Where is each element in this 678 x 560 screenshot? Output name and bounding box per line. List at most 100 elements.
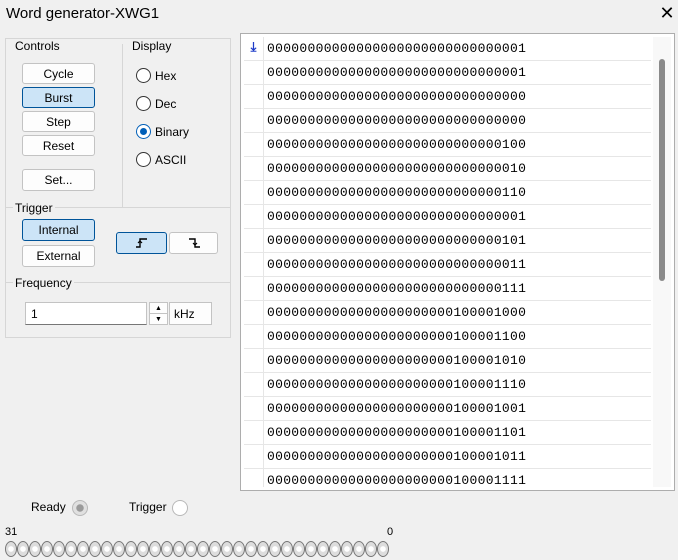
word-row[interactable]: 00000000000000000000000100001101 [244, 421, 651, 445]
bit-connector[interactable] [173, 541, 185, 557]
word-row[interactable]: 00000000000000000000000100001110 [244, 373, 651, 397]
trigger-group-label: Trigger [13, 201, 55, 215]
bit-connector[interactable] [53, 541, 65, 557]
word-value: 00000000000000000000000100001100 [267, 329, 527, 344]
spin-up-icon[interactable]: ▲ [150, 303, 167, 314]
radio-label: Dec [155, 96, 177, 111]
scrollbar-thumb[interactable] [659, 59, 665, 281]
word-value: 00000000000000000000000100001111 [267, 473, 527, 487]
bit-connector[interactable] [5, 541, 17, 557]
row-gutter [244, 373, 264, 397]
bit-connector[interactable] [185, 541, 197, 557]
cycle-button[interactable]: Cycle [22, 63, 95, 84]
bit-connector[interactable] [305, 541, 317, 557]
frequency-unit-select[interactable]: kHz [169, 302, 212, 325]
row-gutter [244, 445, 264, 469]
radio-label: Binary [155, 124, 190, 139]
display-group-label: Display [130, 39, 174, 53]
falling-edge-button[interactable] [169, 232, 218, 254]
word-row[interactable]: 00000000000000000000000100001010 [244, 349, 651, 373]
word-row[interactable]: 00000000000000000000000100001000 [244, 301, 651, 325]
output-bit-connectors [5, 541, 389, 557]
word-row[interactable]: 00000000000000000000000000000000 [244, 109, 651, 133]
ready-label: Ready [31, 500, 66, 514]
word-row[interactable]: 00000000000000000000000000000000 [244, 85, 651, 109]
word-row[interactable]: ⤓ 00000000000000000000000000000001 [244, 37, 651, 61]
bit-connector[interactable] [293, 541, 305, 557]
word-row[interactable]: 00000000000000000000000100001100 [244, 325, 651, 349]
row-gutter [244, 61, 264, 85]
bit-connector[interactable] [257, 541, 269, 557]
bit-connector[interactable] [377, 541, 389, 557]
set-button[interactable]: Set... [22, 169, 95, 191]
row-gutter [244, 109, 264, 133]
bit-connector[interactable] [41, 541, 53, 557]
word-row[interactable]: 00000000000000000000000100001001 [244, 397, 651, 421]
row-gutter [244, 229, 264, 253]
bit-connector[interactable] [77, 541, 89, 557]
word-row[interactable]: 00000000000000000000000000000001 [244, 61, 651, 85]
bit-connector[interactable] [89, 541, 101, 557]
row-gutter [244, 397, 264, 421]
display-ascii-radio[interactable]: ASCII [136, 152, 186, 167]
close-icon[interactable]: ✕ [656, 2, 678, 24]
bit-connector[interactable] [353, 541, 365, 557]
row-gutter [244, 205, 264, 229]
bit-connector[interactable] [29, 541, 41, 557]
bit-connector[interactable] [17, 541, 29, 557]
word-row[interactable]: 00000000000000000000000000000100 [244, 133, 651, 157]
word-list[interactable]: ⤓ 00000000000000000000000000000001 0000000… [240, 33, 675, 491]
word-value: 00000000000000000000000100001101 [267, 425, 527, 440]
step-button[interactable]: Step [22, 111, 95, 132]
row-gutter [244, 157, 264, 181]
word-row[interactable]: 00000000000000000000000100001111 [244, 469, 651, 487]
word-value: 00000000000000000000000100001001 [267, 401, 527, 416]
bit-connector[interactable] [365, 541, 377, 557]
bit-connector[interactable] [101, 541, 113, 557]
word-row[interactable]: 00000000000000000000000000000011 [244, 253, 651, 277]
word-row[interactable]: 00000000000000000000000000000010 [244, 157, 651, 181]
bit-connector[interactable] [329, 541, 341, 557]
display-binary-radio[interactable]: Binary [136, 124, 189, 139]
frequency-input[interactable]: 1 [25, 302, 147, 325]
vertical-scrollbar[interactable] [653, 37, 671, 487]
bit-connector[interactable] [317, 541, 329, 557]
rising-edge-icon [135, 238, 147, 248]
bit-connector[interactable] [221, 541, 233, 557]
controls-group-label: Controls [13, 39, 62, 53]
row-gutter [244, 253, 264, 277]
burst-button[interactable]: Burst [22, 87, 95, 108]
word-row[interactable]: 00000000000000000000000000000110 [244, 181, 651, 205]
display-dec-radio[interactable]: Dec [136, 96, 176, 111]
bit-connector[interactable] [341, 541, 353, 557]
bit-connector[interactable] [233, 541, 245, 557]
word-row[interactable]: 00000000000000000000000100001011 [244, 445, 651, 469]
bit-connector[interactable] [269, 541, 281, 557]
spin-down-icon[interactable]: ▼ [150, 314, 167, 325]
reset-button[interactable]: Reset [22, 135, 95, 156]
word-row[interactable]: 00000000000000000000000000000001 [244, 205, 651, 229]
bit-connector[interactable] [65, 541, 77, 557]
external-trigger-button[interactable]: External [22, 245, 95, 267]
bit-connector[interactable] [161, 541, 173, 557]
bit-connector[interactable] [113, 541, 125, 557]
rising-edge-button[interactable] [116, 232, 167, 254]
word-value: 00000000000000000000000000000111 [267, 281, 527, 296]
word-value: 00000000000000000000000000000110 [267, 185, 527, 200]
frequency-spinner[interactable]: ▲ ▼ [149, 302, 168, 325]
bit-connector[interactable] [245, 541, 257, 557]
bit-connector[interactable] [209, 541, 221, 557]
word-row[interactable]: 00000000000000000000000000000111 [244, 277, 651, 301]
row-gutter [244, 421, 264, 445]
word-value: 00000000000000000000000000000001 [267, 41, 527, 56]
internal-trigger-button[interactable]: Internal [22, 219, 95, 241]
radio-label: ASCII [155, 152, 187, 167]
bit-connector[interactable] [197, 541, 209, 557]
bit-connector[interactable] [281, 541, 293, 557]
row-gutter [244, 133, 264, 157]
bit-connector[interactable] [149, 541, 161, 557]
bit-connector[interactable] [137, 541, 149, 557]
display-hex-radio[interactable]: Hex [136, 68, 176, 83]
word-row[interactable]: 00000000000000000000000000000101 [244, 229, 651, 253]
bit-connector[interactable] [125, 541, 137, 557]
